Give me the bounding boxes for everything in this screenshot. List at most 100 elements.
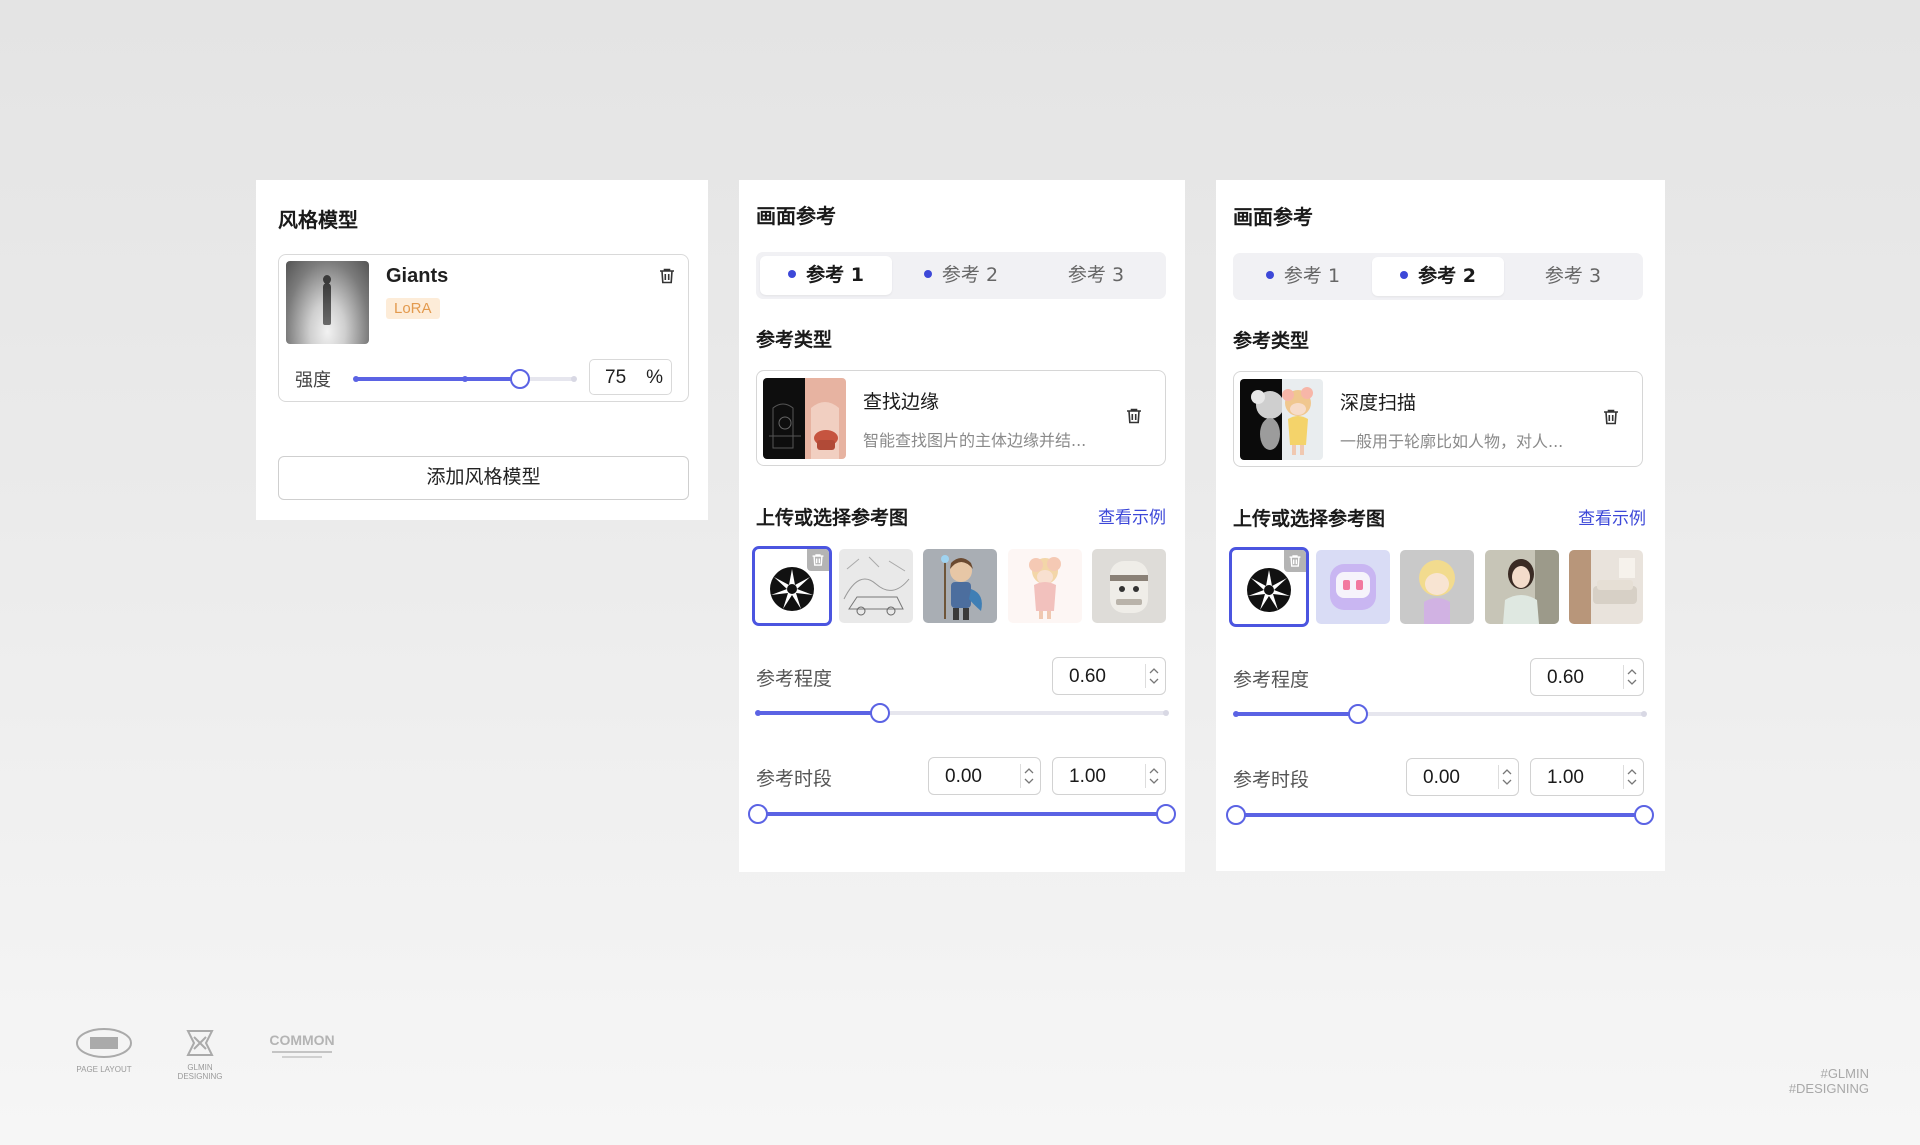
reference-type-card[interactable]: 深度扫描 一般用于轮廓比如人物，对人... — [1233, 371, 1643, 467]
reference-type-name: 深度扫描 — [1340, 392, 1417, 414]
tab-reference-2[interactable]: 参考 2 — [895, 256, 1027, 295]
reference-panel: 画面参考 参考 1 参考 2 参考 3 参考类型 查找边缘 智能查找图片的主体边… — [739, 180, 1185, 872]
style-model-panel: 风格模型 Giants LoRA 强度 75 % 添加风格模型 — [256, 180, 708, 520]
status-dot — [923, 270, 932, 278]
reference-type-thumbnail — [763, 378, 846, 459]
add-style-model-button[interactable]: 添加风格模型 — [278, 456, 689, 500]
logo-caption: PAGE LAYOUT — [76, 1065, 132, 1074]
reference-tabs: 参考 1 参考 2 参考 3 — [756, 252, 1166, 299]
reference-tabs: 参考 1 参考 2 参考 3 — [1233, 253, 1643, 300]
reference-period-slider[interactable] — [748, 804, 1176, 824]
see-example-link[interactable]: 查看示例 — [1578, 504, 1646, 529]
model-card[interactable]: Giants LoRA 强度 75 % — [278, 254, 689, 402]
chevron-up-down-icon[interactable] — [1145, 664, 1159, 688]
chevron-up-down-icon[interactable] — [1145, 764, 1159, 788]
reference-image-option[interactable] — [1316, 550, 1390, 624]
period-end-input[interactable]: 1.00 — [1530, 758, 1644, 796]
upload-heading: 上传或选择参考图 — [756, 507, 909, 529]
chevron-up-down-icon[interactable] — [1020, 764, 1034, 788]
slider-tick — [1233, 711, 1239, 717]
logo-mark — [76, 1028, 132, 1058]
logo-caption: COMMON — [269, 1032, 335, 1048]
reference-strength-input[interactable]: 0.60 — [1530, 658, 1644, 696]
period-end-knob[interactable] — [1634, 805, 1654, 825]
tab-label: 参考 2 — [941, 264, 999, 286]
period-start-knob[interactable] — [748, 804, 768, 824]
model-thumbnail — [286, 261, 369, 344]
reference-strength-knob[interactable] — [870, 703, 891, 723]
reference-period-label: 参考时段 — [1233, 769, 1310, 791]
strength-label: 强度 — [295, 370, 331, 391]
reference-image-list — [1229, 547, 1649, 627]
reference-image-option[interactable] — [839, 549, 913, 623]
reference-image-option[interactable] — [1092, 549, 1166, 623]
tab-reference-1[interactable]: 参考 1 — [760, 256, 892, 295]
reference-panel: 画面参考 参考 1 参考 2 参考 3 参考类型 深度扫描 一般用于轮廓比如人物… — [1216, 180, 1665, 871]
trash-icon[interactable] — [1125, 407, 1143, 425]
tab-label: 参考 2 — [1418, 265, 1476, 287]
period-start-knob[interactable] — [1226, 805, 1246, 825]
slider-fill — [1236, 813, 1644, 817]
status-dot — [1265, 271, 1274, 279]
panel-title: 画面参考 — [756, 204, 836, 228]
chevron-up-down-icon[interactable] — [1623, 665, 1637, 689]
reference-type-description: 智能查找图片的主体边缘并结... — [863, 431, 1087, 450]
period-end-input[interactable]: 1.00 — [1052, 757, 1166, 795]
reference-type-heading: 参考类型 — [756, 329, 833, 351]
slider-tick — [571, 376, 577, 382]
common-logo: COMMON — [262, 1032, 342, 1058]
period-start-input[interactable]: 0.00 — [928, 757, 1041, 795]
tab-label: 参考 1 — [806, 264, 864, 286]
slider-tick — [353, 376, 359, 382]
strength-slider-knob[interactable] — [509, 369, 530, 389]
reference-strength-input[interactable]: 0.60 — [1052, 657, 1166, 695]
tab-reference-3[interactable]: 参考 3 — [1030, 256, 1162, 295]
strength-input[interactable]: 75 % — [589, 359, 672, 395]
status-dot — [1400, 271, 1409, 279]
corner-tag: #GLMIN #DESIGNING — [1789, 1066, 1869, 1096]
strength-slider[interactable] — [353, 369, 577, 389]
tab-reference-1[interactable]: 参考 1 — [1237, 257, 1369, 296]
tab-label: 参考 1 — [1283, 265, 1341, 287]
strength-value: 75 — [605, 367, 627, 388]
trash-icon[interactable] — [1602, 408, 1620, 426]
slider-fill — [1236, 712, 1359, 716]
logo-caption: GLMIN DESIGNING — [177, 1063, 223, 1081]
period-end-value: 1.00 — [1069, 766, 1106, 787]
trash-icon[interactable] — [807, 549, 829, 571]
strength-slider-fill — [356, 377, 520, 381]
reference-strength-slider[interactable] — [755, 703, 1169, 723]
see-example-link[interactable]: 查看示例 — [1098, 503, 1166, 528]
slider-fill — [758, 711, 881, 715]
reference-image-option[interactable] — [1008, 549, 1082, 623]
canvas: 风格模型 Giants LoRA 强度 75 % 添加风格模型 画面参考 参考 … — [0, 0, 1920, 1145]
tab-reference-2[interactable]: 参考 2 — [1372, 257, 1504, 296]
reference-strength-slider[interactable] — [1233, 704, 1647, 724]
reference-strength-label: 参考程度 — [1233, 669, 1310, 691]
page-layout-logo: PAGE LAYOUT — [72, 1026, 136, 1074]
reference-strength-label: 参考程度 — [756, 668, 833, 690]
tag-line: #GLMIN — [1820, 1066, 1869, 1081]
chevron-up-down-icon[interactable] — [1498, 765, 1512, 789]
reference-period-slider[interactable] — [1226, 805, 1654, 825]
period-end-knob[interactable] — [1156, 804, 1176, 824]
reference-strength-knob[interactable] — [1348, 704, 1369, 724]
panel-title: 画面参考 — [1233, 205, 1313, 229]
logo-mark — [186, 1030, 214, 1056]
trash-icon[interactable] — [1284, 550, 1306, 572]
period-start-input[interactable]: 0.00 — [1406, 758, 1519, 796]
reference-image-option[interactable] — [923, 549, 997, 623]
reference-image-option[interactable] — [1485, 550, 1559, 624]
reference-type-card[interactable]: 查找边缘 智能查找图片的主体边缘并结... — [756, 370, 1166, 466]
reference-image-option[interactable] — [1569, 550, 1643, 624]
tab-reference-3[interactable]: 参考 3 — [1507, 257, 1639, 296]
reference-image-selected[interactable] — [1229, 547, 1309, 627]
reference-image-selected[interactable] — [752, 546, 832, 626]
chevron-up-down-icon[interactable] — [1623, 765, 1637, 789]
period-start-value: 0.00 — [1423, 767, 1460, 788]
tab-label: 参考 3 — [1067, 264, 1125, 286]
tag-line: #DESIGNING — [1788, 1081, 1869, 1096]
trash-icon[interactable] — [658, 267, 676, 285]
reference-image-option[interactable] — [1400, 550, 1474, 624]
strength-unit: % — [646, 367, 663, 388]
